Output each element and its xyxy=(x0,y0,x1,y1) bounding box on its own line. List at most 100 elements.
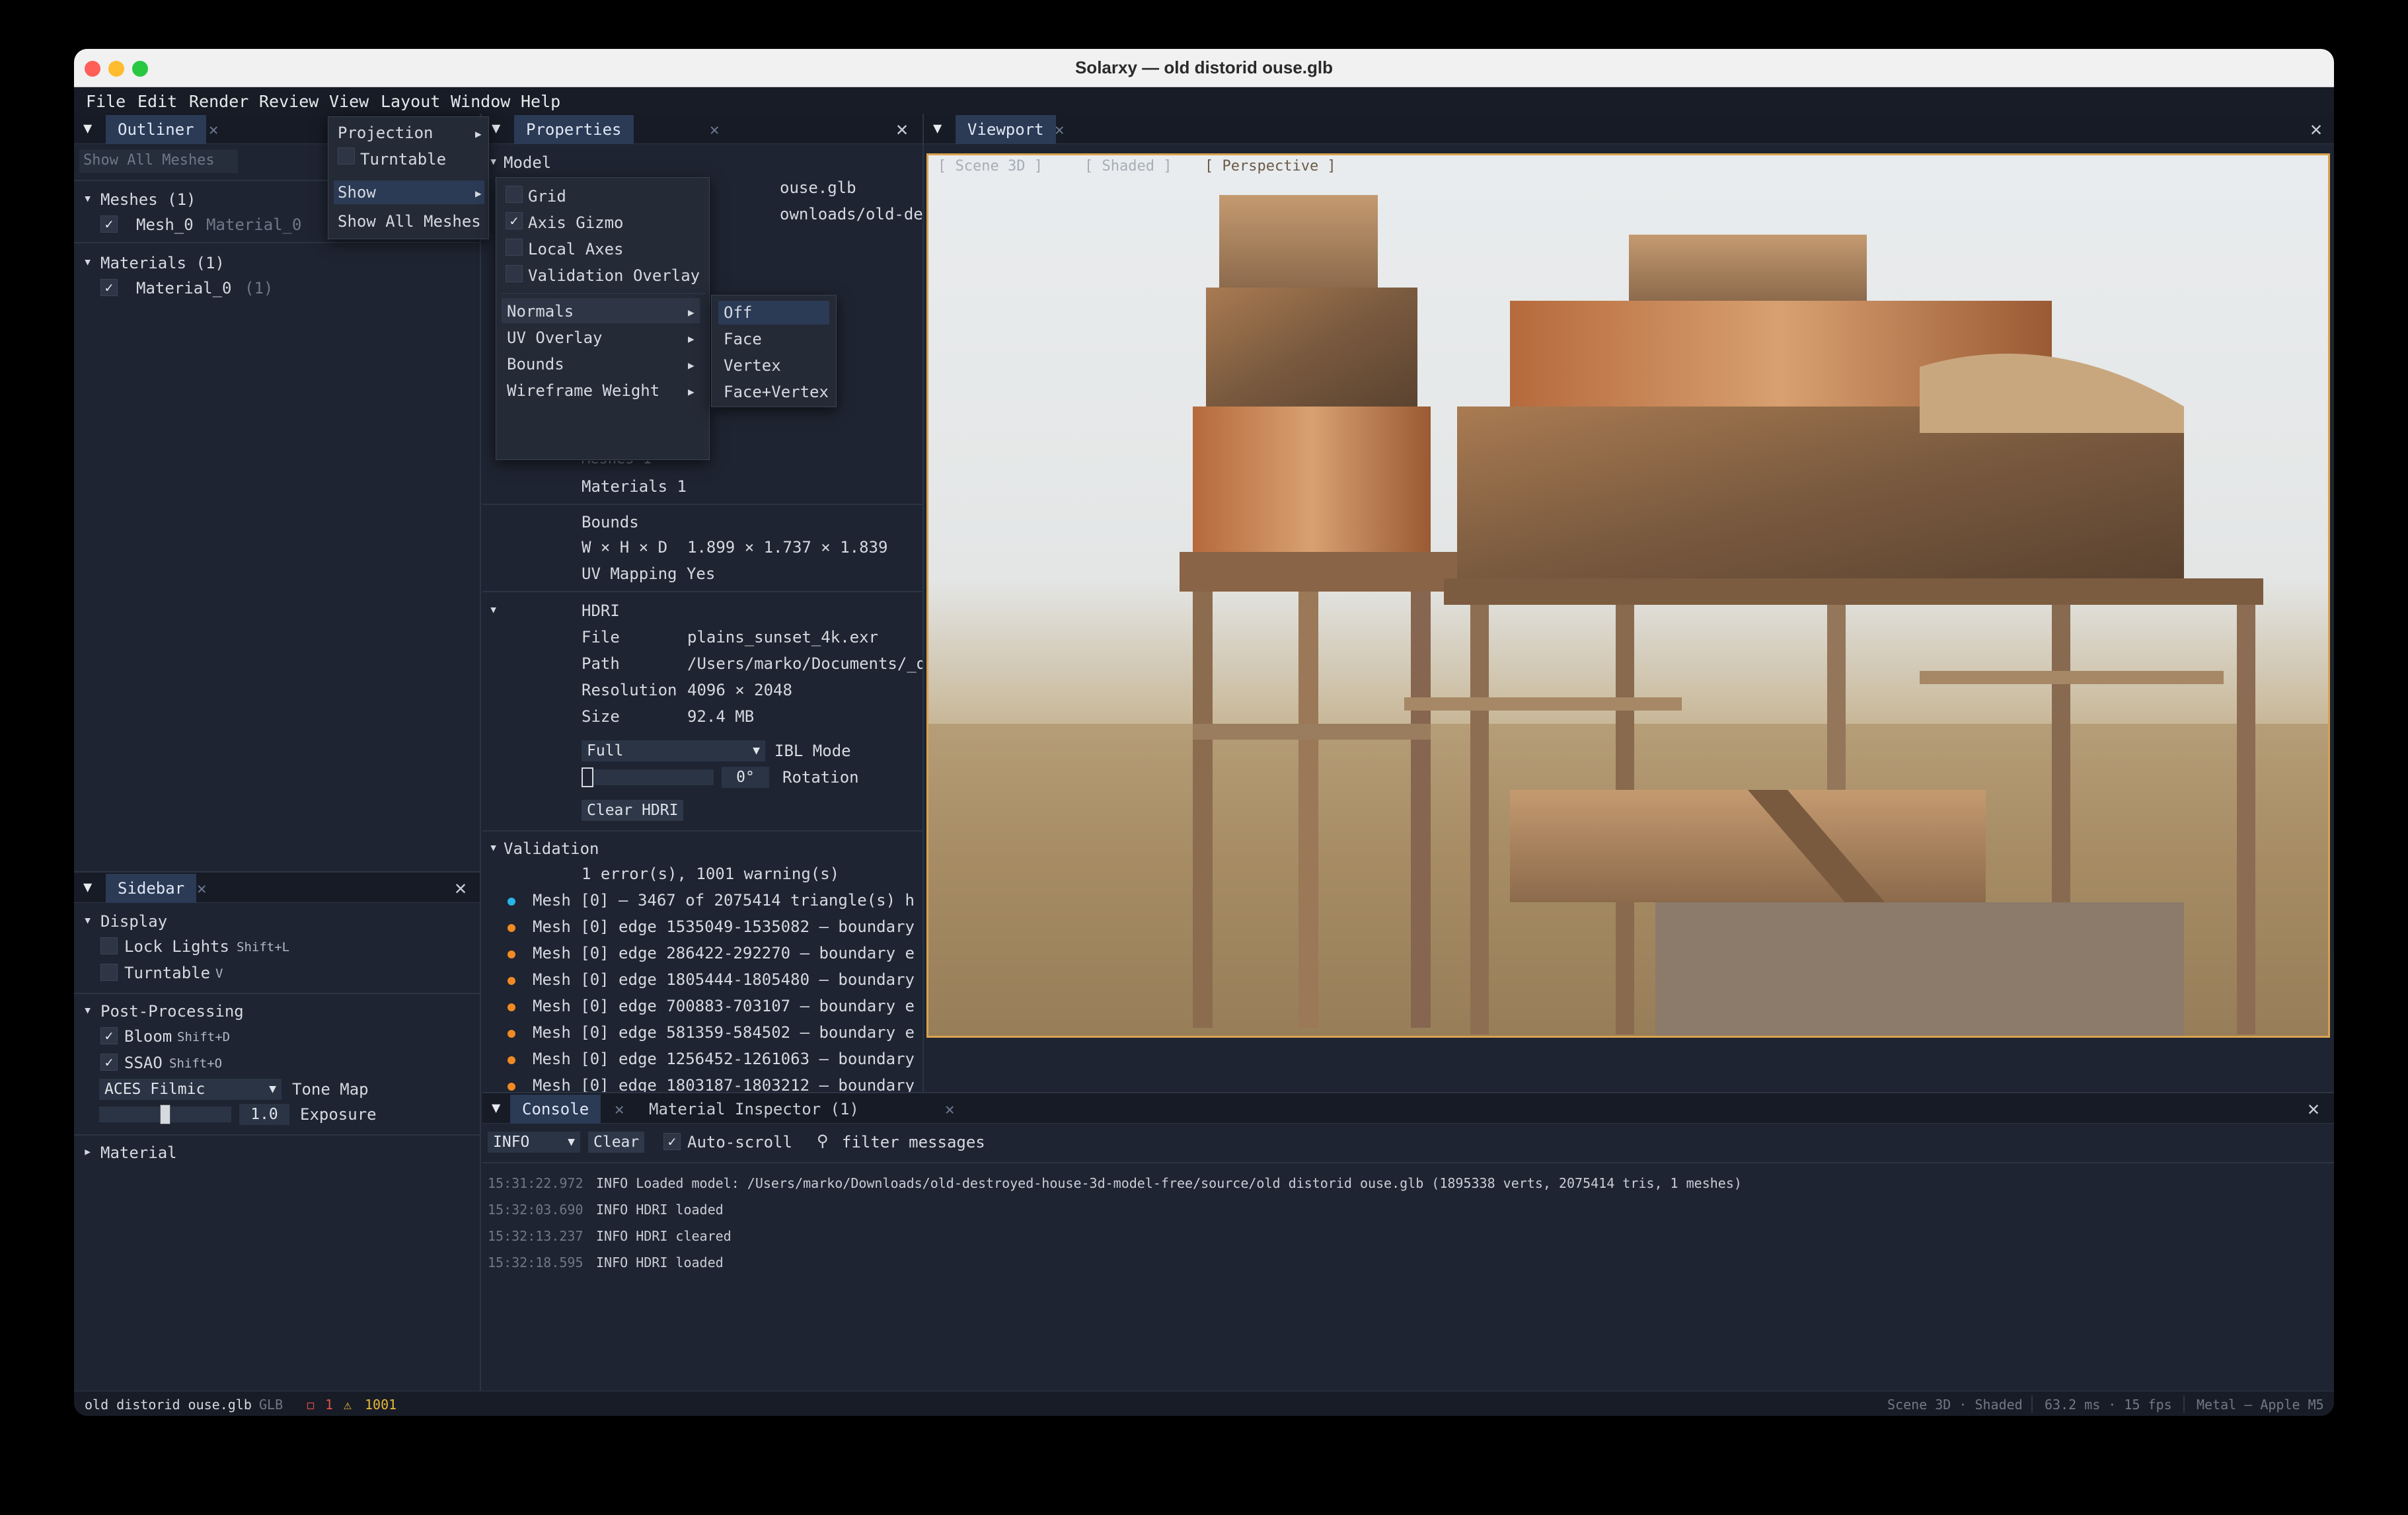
validation-item[interactable]: Mesh [0] edge 1535049-1535082 — boundary xyxy=(533,917,915,936)
tab-sidebar[interactable]: Sidebar xyxy=(106,874,197,903)
viewport-render[interactable]: [ Scene 3D ] [ Shaded ] [ Perspective ] xyxy=(926,153,2330,1038)
normals-option-off[interactable]: Off xyxy=(724,303,752,322)
slider-thumb[interactable] xyxy=(160,1105,170,1124)
overlay-projection-label[interactable]: [ Perspective ] xyxy=(1205,158,1336,175)
expand-icon[interactable]: ▾ xyxy=(83,254,92,270)
validation-item[interactable]: Mesh [0] edge 700883-703107 — boundary e xyxy=(533,997,915,1015)
menu-item-axis-gizmo[interactable]: Axis Gizmo xyxy=(528,214,624,232)
menu-item-turntable[interactable]: Turntable xyxy=(360,150,446,169)
collapse-icon[interactable]: ▼ xyxy=(83,120,92,137)
collapse-icon[interactable]: ▼ xyxy=(492,120,500,137)
clear-console-button[interactable]: Clear xyxy=(588,1132,645,1153)
menu-item-bounds[interactable]: Bounds xyxy=(507,355,564,373)
warning-icon[interactable]: ⚠ xyxy=(344,1397,352,1413)
tab-console[interactable]: Console xyxy=(510,1095,601,1124)
expand-icon[interactable]: ▾ xyxy=(83,912,92,929)
expand-icon[interactable]: ▾ xyxy=(489,153,498,170)
turntable-checkbox[interactable] xyxy=(100,964,118,981)
menu-item-normals[interactable]: Normals xyxy=(507,302,574,321)
rotation-input[interactable]: 0° xyxy=(722,767,769,788)
materials-header[interactable]: Materials (1) xyxy=(100,254,225,272)
bloom-checkbox[interactable]: ✓ xyxy=(100,1027,118,1044)
post-processing-header[interactable]: Post-Processing xyxy=(100,1002,244,1021)
outliner-filter-input[interactable]: Show All Meshes xyxy=(79,149,238,173)
close-tab-icon[interactable]: ✕ xyxy=(615,1100,624,1118)
turntable-menu-checkbox[interactable] xyxy=(338,147,355,165)
exposure-input[interactable]: 1.0 xyxy=(239,1104,289,1125)
validation-item[interactable]: Mesh [0] — 3467 of 2075414 triangle(s) h xyxy=(533,891,915,910)
normals-option-face[interactable]: Face xyxy=(724,330,762,348)
collapse-icon[interactable]: ▼ xyxy=(933,120,942,137)
display-header[interactable]: Display xyxy=(100,912,167,931)
menu-item-uv-overlay[interactable]: UV Overlay xyxy=(507,329,603,347)
collapse-icon[interactable]: ▼ xyxy=(83,879,92,896)
validation-item[interactable]: Mesh [0] edge 1256452-1261063 — boundary xyxy=(533,1050,915,1068)
grid-checkbox[interactable] xyxy=(506,186,523,203)
menu-file[interactable]: File xyxy=(86,92,126,111)
menu-item-wireframe-weight[interactable]: Wireframe Weight xyxy=(507,381,659,400)
hdri-header[interactable]: HDRI xyxy=(582,602,620,620)
overlay-shading-label[interactable]: [ Shaded ] xyxy=(1084,158,1172,175)
validation-item[interactable]: Mesh [0] edge 1803187-1803212 — boundary xyxy=(533,1076,915,1092)
close-tab-icon[interactable]: ✕ xyxy=(710,120,719,139)
menu-render[interactable]: Render xyxy=(189,92,248,111)
expand-icon[interactable]: ▾ xyxy=(83,1002,92,1019)
close-tab-icon[interactable]: ✕ xyxy=(945,1100,954,1118)
menu-layout[interactable]: Layout xyxy=(381,92,440,111)
normals-option-vertex[interactable]: Vertex xyxy=(724,356,781,375)
close-tab-icon[interactable]: ✕ xyxy=(197,879,206,898)
collapse-icon[interactable]: ▼ xyxy=(492,1100,500,1116)
menu-item-projection[interactable]: Projection xyxy=(338,124,433,142)
error-icon[interactable]: ◻ xyxy=(307,1397,315,1413)
validation-header[interactable]: Validation xyxy=(504,839,599,858)
menu-item-local-axes[interactable]: Local Axes xyxy=(528,240,624,258)
tab-properties[interactable]: Properties xyxy=(514,115,634,144)
close-panel-icon[interactable]: ✕ xyxy=(2310,118,2322,141)
menu-item-show-all-meshes[interactable]: Show All Meshes xyxy=(338,212,481,231)
menu-window[interactable]: Window xyxy=(451,92,510,111)
mesh-item[interactable]: Mesh_0 xyxy=(136,215,194,234)
close-tab-icon[interactable]: ✕ xyxy=(1055,120,1064,139)
material-header[interactable]: Material xyxy=(100,1144,177,1162)
overlay-scene-label[interactable]: [ Scene 3D ] xyxy=(938,158,1043,175)
close-panel-icon[interactable]: ✕ xyxy=(896,118,908,141)
menu-item-show[interactable]: Show xyxy=(338,183,376,202)
axis-gizmo-checkbox[interactable]: ✓ xyxy=(506,212,523,229)
close-tab-icon[interactable]: ✕ xyxy=(209,120,218,139)
tonemap-select[interactable]: ACES Filmic ▼ xyxy=(99,1079,282,1100)
close-panel-icon[interactable]: ✕ xyxy=(455,876,467,900)
status-warning-count[interactable]: 1001 xyxy=(365,1397,396,1413)
meshes-header[interactable]: Meshes (1) xyxy=(100,190,196,209)
expand-icon[interactable]: ▾ xyxy=(83,190,92,207)
console-filter-input[interactable]: filter messages xyxy=(842,1133,985,1151)
status-error-count[interactable]: 1 xyxy=(325,1397,333,1413)
tab-viewport[interactable]: Viewport xyxy=(956,115,1056,144)
validation-item[interactable]: Mesh [0] edge 1805444-1805480 — boundary xyxy=(533,970,915,989)
local-axes-checkbox[interactable] xyxy=(506,239,523,256)
validation-item[interactable]: Mesh [0] edge 286422-292270 — boundary e xyxy=(533,944,915,962)
close-panel-icon[interactable]: ✕ xyxy=(2308,1097,2319,1120)
model-header[interactable]: Model xyxy=(504,153,551,172)
validation-overlay-checkbox[interactable] xyxy=(506,265,523,282)
expand-icon[interactable]: ▾ xyxy=(489,839,498,856)
menu-edit[interactable]: Edit xyxy=(137,92,177,111)
tab-outliner[interactable]: Outliner xyxy=(106,115,206,144)
log-level-select[interactable]: INFO ▼ xyxy=(488,1132,580,1153)
ibl-mode-select[interactable]: Full ▼ xyxy=(582,740,765,761)
tab-material-inspector[interactable]: Material Inspector (1) xyxy=(637,1095,871,1124)
expand-icon[interactable]: ▸ xyxy=(83,1144,92,1160)
exposure-slider[interactable] xyxy=(99,1105,231,1124)
slider-thumb[interactable] xyxy=(582,767,593,787)
menu-view[interactable]: View xyxy=(329,92,369,111)
menu-review[interactable]: Review xyxy=(259,92,319,111)
ssao-checkbox[interactable]: ✓ xyxy=(100,1054,118,1071)
expand-icon[interactable]: ▾ xyxy=(489,602,498,618)
menu-item-validation-overlay[interactable]: Validation Overlay xyxy=(528,266,700,285)
normals-option-face-vertex[interactable]: Face+Vertex xyxy=(724,383,829,401)
lock-lights-checkbox[interactable] xyxy=(100,937,118,954)
validation-item[interactable]: Mesh [0] edge 581359-584502 — boundary e xyxy=(533,1023,915,1042)
mesh-visibility-checkbox[interactable]: ✓ xyxy=(100,215,118,233)
autoscroll-checkbox[interactable]: ✓ xyxy=(663,1133,681,1150)
menu-help[interactable]: Help xyxy=(521,92,560,111)
rotation-slider[interactable] xyxy=(582,767,714,787)
